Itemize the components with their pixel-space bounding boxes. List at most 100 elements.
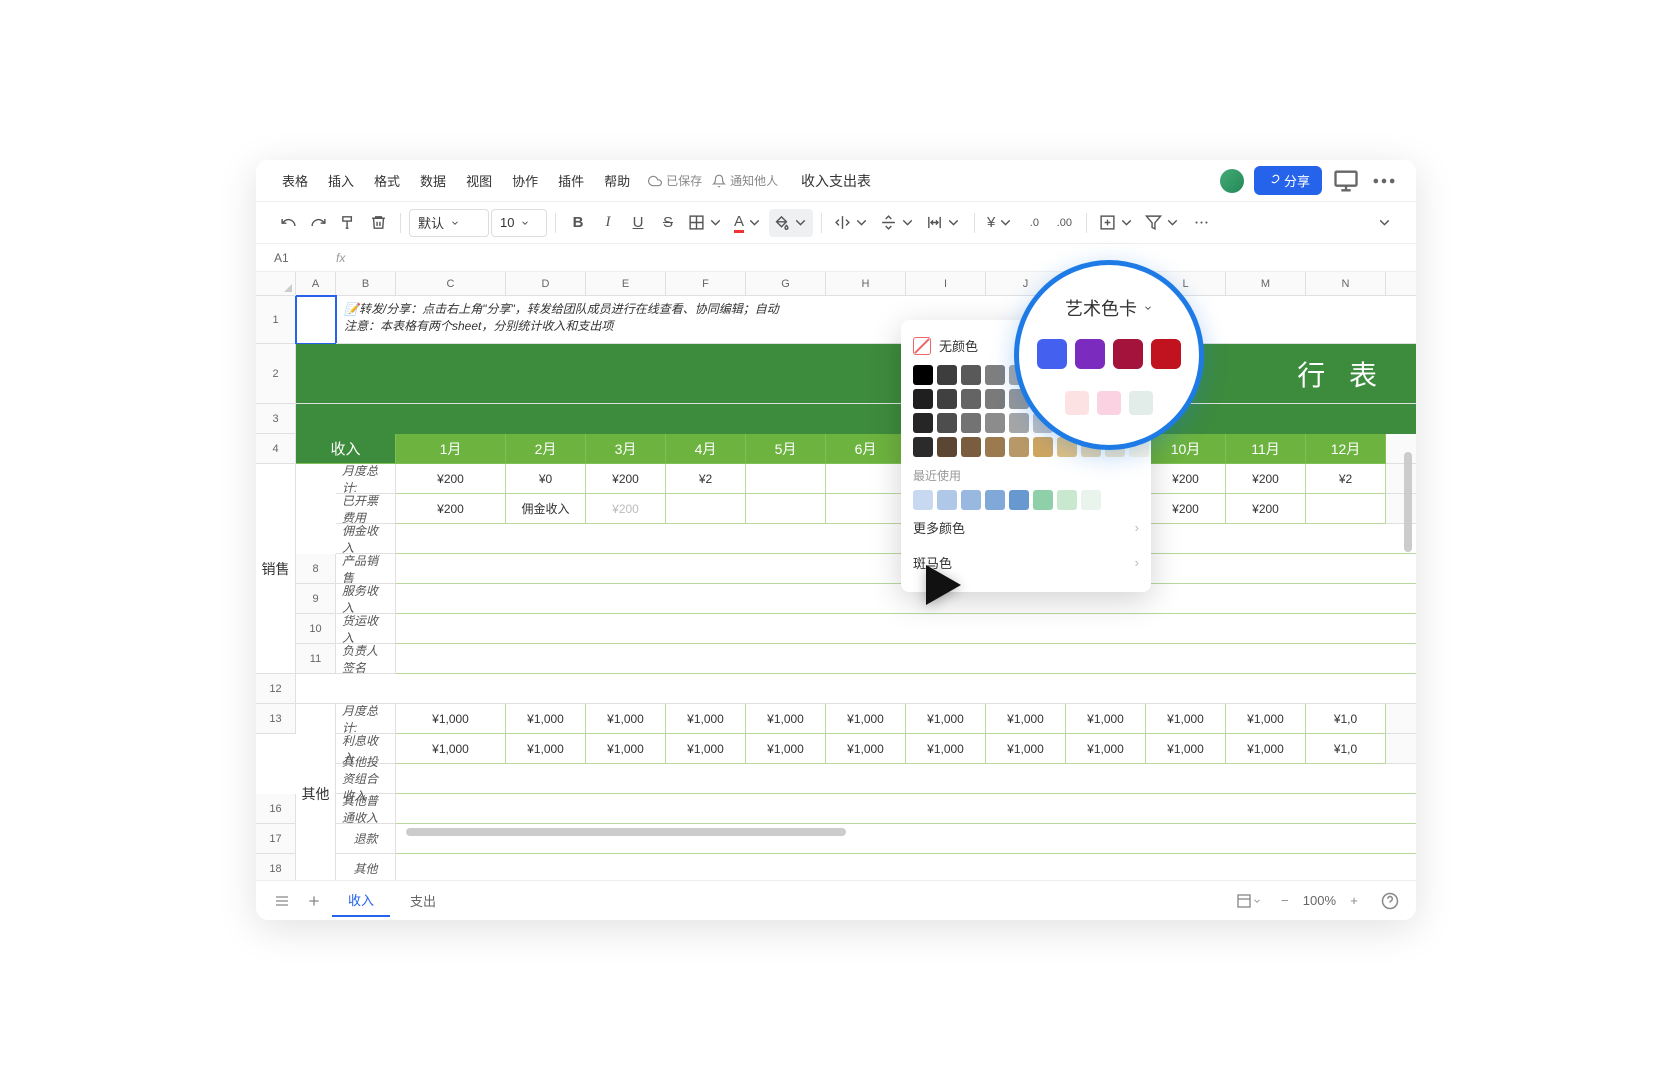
data-cell[interactable] [666,494,746,524]
row-label[interactable]: 退款 [336,824,396,854]
data-cell[interactable]: ¥200 [586,494,666,524]
data-cell[interactable]: ¥1,000 [986,734,1066,764]
data-cell[interactable]: ¥1,000 [586,734,666,764]
tab-income[interactable]: 收入 [332,884,390,917]
more-menu-icon[interactable] [1370,167,1398,195]
recent-color-swatch[interactable] [1009,490,1029,510]
data-cell[interactable]: ¥1,000 [506,704,586,734]
col-header[interactable]: H [826,272,906,296]
col-header[interactable]: O [1386,272,1416,296]
color-swatch[interactable] [985,437,1005,457]
col-header[interactable]: F [666,272,746,296]
color-swatch[interactable] [937,365,957,385]
row-header[interactable]: 16 [256,794,296,824]
data-cell[interactable] [396,764,1416,794]
recent-color-swatch[interactable] [913,490,933,510]
share-button[interactable]: 分享 [1254,166,1322,195]
row-label[interactable]: 服务收入 [336,584,396,614]
cell-reference[interactable]: A1 [256,251,336,265]
col-header[interactable]: M [1226,272,1306,296]
row-header[interactable]: 4 [256,434,296,464]
col-header[interactable]: A [296,272,336,296]
color-swatch[interactable] [961,413,981,433]
data-cell[interactable]: ¥1,000 [1146,704,1226,734]
color-swatch[interactable] [1009,413,1029,433]
recent-color-swatch[interactable] [1057,490,1077,510]
data-cell[interactable]: ¥1,000 [906,704,986,734]
row-header[interactable]: 3 [256,404,296,434]
data-cell[interactable]: ¥1,000 [586,704,666,734]
present-icon[interactable] [1332,167,1360,195]
data-cell[interactable]: ¥0 [506,464,586,494]
data-cell[interactable] [396,794,1416,824]
data-cell[interactable] [396,854,1416,880]
data-cell[interactable]: ¥1,000 [986,704,1066,734]
recent-color-swatch[interactable] [985,490,1005,510]
select-all-corner[interactable] [256,272,296,296]
vertical-scrollbar[interactable] [1404,452,1412,552]
data-cell[interactable]: ¥200 [586,464,666,494]
notes-cell[interactable]: 📝转发/分享：点击右上角"分享"，转发给团队成员进行在线查看、协同编辑；自动 注… [336,296,1416,344]
more-colors-row[interactable]: 更多颜色› [913,510,1139,545]
data-cell[interactable]: ¥1,0 [1306,734,1386,764]
data-cell[interactable] [1146,524,1416,554]
more-tools-button[interactable] [1187,209,1215,237]
row-header[interactable]: 18 [256,854,296,880]
row-label[interactable]: 已开票费用 [336,494,396,524]
recent-color-swatch[interactable] [937,490,957,510]
row-header[interactable]: 15 [1386,734,1416,764]
row-header[interactable]: 17 [256,824,296,854]
data-cell[interactable] [746,494,826,524]
month-header[interactable]: 10月 [1146,434,1226,464]
row-label[interactable]: 其他投资组合收入 [336,764,396,794]
data-cell[interactable]: ¥200 [396,464,506,494]
data-cell[interactable]: ¥1,000 [506,734,586,764]
month-header[interactable]: 11月 [1226,434,1306,464]
data-cell[interactable]: ¥1,000 [396,704,506,734]
undo-button[interactable] [274,209,302,237]
menu-data[interactable]: 数据 [412,167,454,194]
color-swatch[interactable] [913,389,933,409]
recent-color-swatch[interactable] [1081,490,1101,510]
view-mode-icon[interactable] [1235,887,1263,915]
col-header[interactable]: C [396,272,506,296]
menu-tables[interactable]: 表格 [274,167,316,194]
borders-button[interactable] [684,209,728,237]
art-color-swatch[interactable] [1113,339,1143,369]
user-avatar[interactable] [1220,169,1244,193]
decrease-decimal-button[interactable]: .0 [1020,209,1048,237]
row-label[interactable]: 负责人签名 [336,644,396,674]
data-cell[interactable] [396,614,1416,644]
col-header[interactable]: B [336,272,396,296]
data-cell[interactable]: 佣金收入 [506,494,586,524]
col-header[interactable]: I [906,272,986,296]
clear-format-button[interactable] [364,209,392,237]
row-header[interactable]: 10 [296,614,336,644]
menu-format[interactable]: 格式 [366,167,408,194]
row-label[interactable]: 货运收入 [336,614,396,644]
row-label[interactable]: 其他普通收入 [336,794,396,824]
data-cell[interactable]: ¥1,000 [1146,734,1226,764]
data-cell[interactable]: ¥1,000 [1066,734,1146,764]
menu-insert[interactable]: 插入 [320,167,362,194]
menu-help[interactable]: 帮助 [596,167,638,194]
zoom-in-button[interactable]: + [1340,887,1368,915]
row-header[interactable]: 1 [256,296,296,344]
spacer-row[interactable] [296,674,1416,704]
data-cell[interactable]: ¥1,000 [1226,734,1306,764]
color-swatch[interactable] [961,389,981,409]
data-cell[interactable]: ¥1,000 [746,734,826,764]
row-header[interactable]: 11 [296,644,336,674]
underline-button[interactable]: U [624,209,652,237]
row-label[interactable]: 产品销售 [336,554,396,584]
color-swatch[interactable] [937,389,957,409]
data-cell[interactable]: ¥1,000 [826,734,906,764]
row-label[interactable]: 佣金收入 [336,524,396,554]
group-sales[interactable]: 销售 [256,464,296,674]
color-swatch[interactable] [985,365,1005,385]
art-color-swatch[interactable] [1075,339,1105,369]
row-header[interactable]: 2 [256,344,296,404]
help-icon[interactable] [1376,887,1404,915]
data-cell[interactable]: ¥1,000 [746,704,826,734]
color-swatch[interactable] [913,365,933,385]
